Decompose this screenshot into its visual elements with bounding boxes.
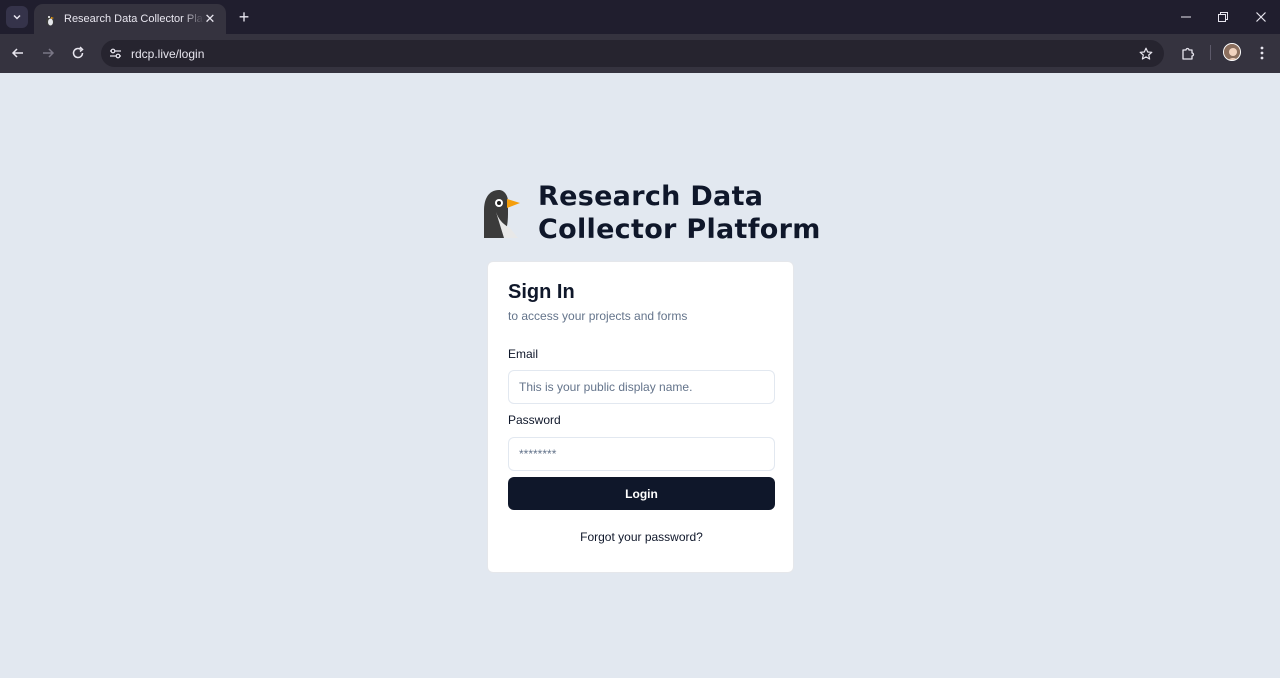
browser-menu-button[interactable] [1251,42,1273,64]
forward-button[interactable] [37,42,59,64]
brand-title-line2: Collector Platform [538,214,821,245]
chevron-down-icon [13,14,21,20]
restore-button[interactable] [1209,6,1237,28]
signin-subtitle: to access your projects and forms [508,309,688,323]
bookmark-star-icon[interactable] [1137,45,1154,62]
close-window-button[interactable] [1247,6,1275,28]
minimize-button[interactable] [1172,6,1200,28]
brand-title-line1: Research Data [538,181,764,212]
browser-titlebar: Research Data Collector Platform ✕ + [0,0,1280,34]
password-field[interactable] [508,437,775,471]
tab-close-icon[interactable]: ✕ [202,11,218,27]
more-vertical-icon [1260,46,1264,60]
browser-toolbar: rdcp.live/login [0,34,1280,73]
tab-search-button[interactable] [6,6,28,28]
new-tab-button[interactable]: + [234,7,254,27]
reload-icon [72,46,84,59]
brand-header: Research Data Collector Platform [482,180,821,248]
penguin-favicon-icon [43,12,57,26]
toolbar-divider [1210,45,1211,60]
extensions-button[interactable] [1177,42,1199,64]
signin-title: Sign In [508,281,575,303]
profile-avatar[interactable] [1223,43,1241,61]
restore-icon [1218,12,1228,22]
email-label: Email [508,347,539,361]
arrow-right-icon [43,48,55,58]
tab-title: Research Data Collector Platform [64,13,204,25]
address-bar[interactable]: rdcp.live/login [101,40,1164,67]
url-text[interactable]: rdcp.live/login [131,47,204,61]
arrow-left-icon [11,48,23,58]
puzzle-icon [1181,47,1194,60]
back-button[interactable] [7,42,29,64]
forgot-password-link[interactable]: Forgot your password? [488,530,795,544]
reload-button[interactable] [67,42,89,64]
signin-card: Sign In to access your projects and form… [487,261,794,573]
email-field[interactable] [508,370,775,404]
close-icon [1256,12,1266,22]
site-settings-icon[interactable] [107,45,124,62]
login-button[interactable]: Login [508,477,775,510]
penguin-logo-icon [482,188,524,248]
browser-tab-active[interactable]: Research Data Collector Platform ✕ [34,4,226,34]
password-label: Password [508,413,561,427]
minimize-icon [1181,16,1191,18]
